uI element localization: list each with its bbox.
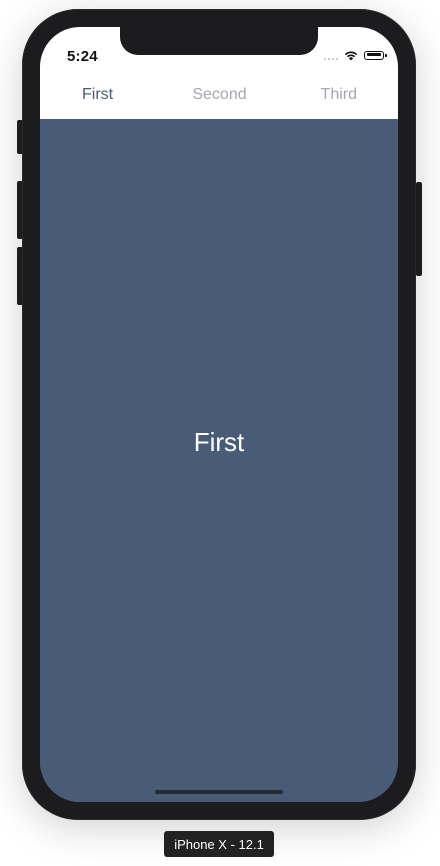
top-tab-bar: First Second Third [40,71,398,119]
tab-first[interactable]: First [40,71,156,119]
home-indicator[interactable] [155,790,283,794]
status-time: 5:24 [67,48,98,65]
tab-second[interactable]: Second [156,71,283,119]
device-name-label: iPhone X - 12.1 [164,831,274,857]
battery-icon [364,50,387,60]
simulator-stage: 5:24 First Second Third First iPhone X -… [0,0,440,866]
power-button [416,182,422,276]
tab-content-area: First [40,119,398,802]
content-title: First [193,427,245,457]
tab-third[interactable]: Third [283,71,398,119]
status-bar: 5:24 [40,27,398,71]
status-icons [324,49,387,61]
wifi-icon [344,50,358,61]
device-screen: 5:24 First Second Third First [40,27,398,802]
device-frame: 5:24 First Second Third First [22,9,416,820]
cellular-signal-icon [324,50,338,60]
notch [120,27,318,55]
